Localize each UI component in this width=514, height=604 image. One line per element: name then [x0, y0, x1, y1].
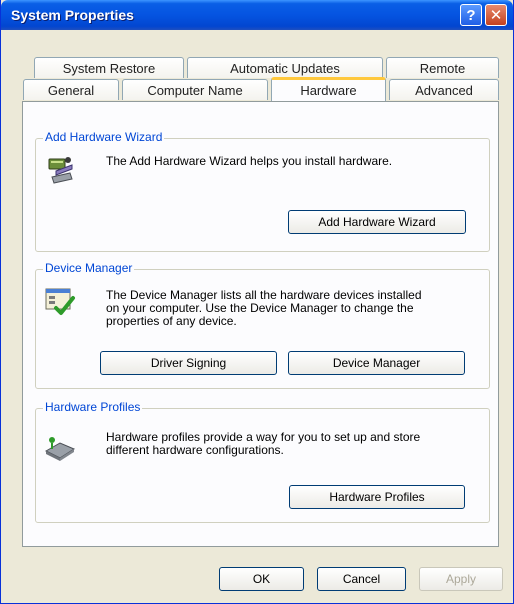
tab-label: Hardware — [300, 83, 357, 98]
device-manager-group: Device Manager The Device Manager lists … — [35, 261, 490, 389]
button-label: Driver Signing — [150, 356, 227, 370]
hardware-tab-panel: Add Hardware Wizard The Add Hardware Wiz… — [22, 101, 499, 547]
device-manager-button[interactable]: Device Manager — [288, 351, 465, 375]
cancel-button[interactable]: Cancel — [317, 567, 406, 591]
tab-hardware[interactable]: Hardware — [271, 77, 386, 101]
add-hardware-group: Add Hardware Wizard The Add Hardware Wiz… — [35, 130, 490, 252]
tab-label: Remote — [419, 60, 466, 76]
description-line: different hardware configurations. — [106, 443, 284, 457]
button-label: OK — [252, 572, 271, 586]
hardware-profiles-description: Hardware profiles provide a way for you … — [106, 431, 481, 457]
device-manager-description: The Device Manager lists all the hardwar… — [106, 289, 481, 328]
hardware-profiles-icon — [44, 437, 76, 461]
tab-label: Advanced — [415, 82, 473, 98]
button-label: Hardware Profiles — [329, 490, 425, 504]
tab-remote[interactable]: Remote — [386, 57, 499, 78]
tab-automatic-updates[interactable]: Automatic Updates — [187, 57, 383, 78]
hardware-wizard-icon — [48, 157, 73, 184]
device-manager-icon — [45, 288, 75, 315]
close-button[interactable]: ✕ — [485, 4, 507, 26]
tab-label: Computer Name — [147, 82, 243, 98]
help-icon: ? — [466, 6, 476, 24]
tab-general[interactable]: General — [23, 79, 119, 100]
button-label: Cancel — [342, 572, 381, 586]
system-properties-window: System Properties ? ✕ System Restore Aut… — [0, 0, 514, 604]
add-hardware-description: The Add Hardware Wizard helps you instal… — [106, 154, 393, 168]
tab-advanced[interactable]: Advanced — [389, 79, 499, 100]
add-hardware-wizard-button[interactable]: Add Hardware Wizard — [288, 210, 466, 234]
tab-label: Automatic Updates — [230, 60, 340, 76]
hardware-profiles-group: Hardware Profiles Hardware profiles prov… — [35, 400, 490, 523]
group-title: Add Hardware Wizard — [43, 130, 165, 144]
help-button[interactable]: ? — [460, 4, 482, 26]
apply-button[interactable]: Apply — [419, 567, 503, 591]
title-bar[interactable]: System Properties ? ✕ — [1, 0, 513, 30]
driver-signing-button[interactable]: Driver Signing — [100, 351, 277, 375]
close-icon: ✕ — [489, 7, 503, 24]
button-label: Device Manager — [332, 356, 421, 370]
hardware-profiles-button[interactable]: Hardware Profiles — [289, 485, 465, 509]
button-label: Apply — [445, 572, 477, 586]
group-title: Device Manager — [43, 261, 135, 275]
ok-button[interactable]: OK — [219, 567, 304, 591]
button-label: Add Hardware Wizard — [318, 215, 436, 229]
tab-system-restore[interactable]: System Restore — [34, 57, 184, 78]
window-title: System Properties — [11, 7, 134, 23]
tab-label: General — [47, 82, 95, 98]
tab-label: System Restore — [62, 60, 156, 76]
description-line: properties of any device. — [106, 314, 237, 328]
tab-computer-name[interactable]: Computer Name — [122, 79, 268, 100]
group-title: Hardware Profiles — [43, 400, 143, 414]
